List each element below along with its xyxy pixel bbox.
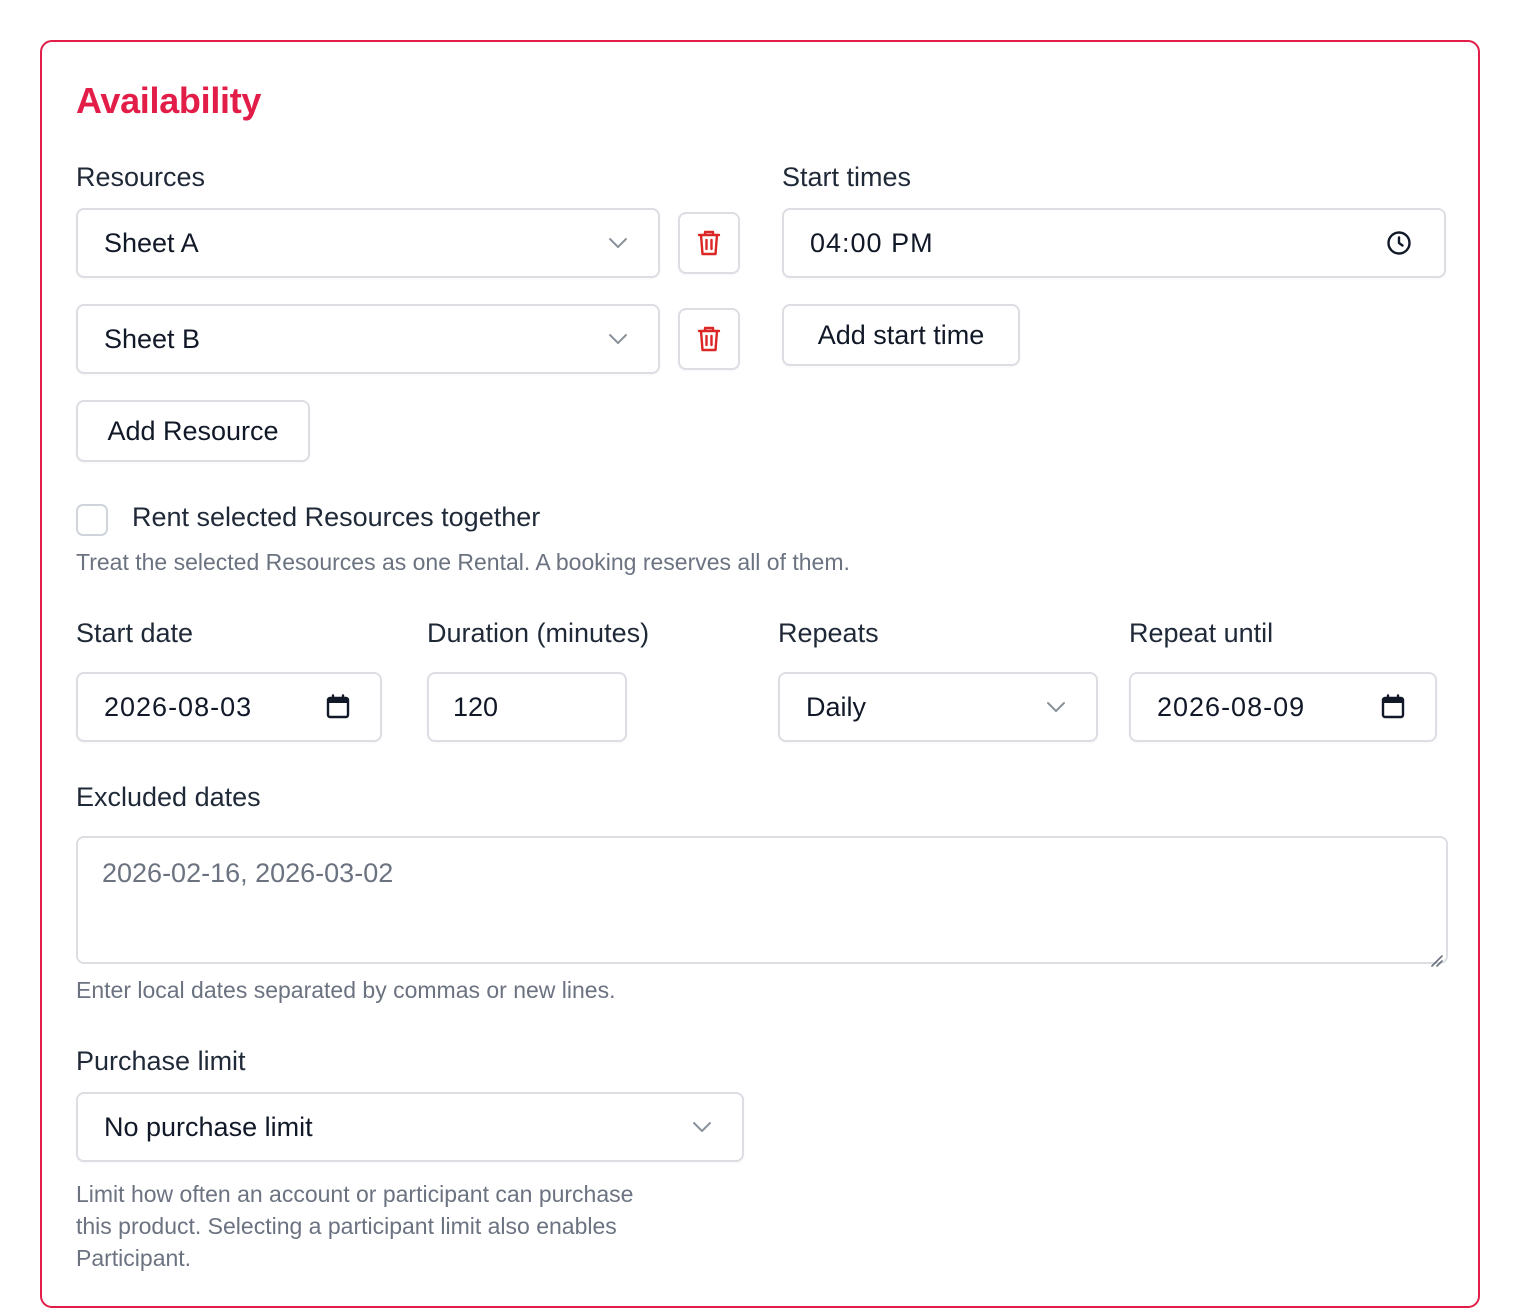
excluded-dates-help: Enter local dates separated by commas or…	[76, 977, 616, 1003]
repeats-select[interactable]: Daily	[778, 672, 1098, 742]
start-date-input[interactable]: 2026-08-03	[76, 672, 382, 742]
add-start-time-button[interactable]: Add start time	[782, 304, 1020, 366]
purchase-limit-help-line: Limit how often an account or participan…	[76, 1181, 634, 1207]
calendar-icon[interactable]	[1381, 694, 1405, 720]
purchase-limit-select[interactable]: No purchase limit	[76, 1092, 744, 1162]
purchase-limit-help-line: Participant.	[76, 1245, 192, 1271]
chevron-down-icon	[606, 231, 630, 255]
delete-resource-1-button[interactable]	[678, 212, 740, 274]
purchase-limit-help-line: this product. Selecting a participant li…	[76, 1213, 617, 1239]
duration-label: Duration (minutes)	[427, 618, 650, 648]
delete-resource-2-button[interactable]	[678, 308, 740, 370]
resources-label: Resources	[76, 162, 206, 192]
purchase-limit-help: Limit how often an account or participan…	[76, 1178, 776, 1274]
start-date-value: 2026-08-03	[104, 691, 253, 722]
rent-together-help: Treat the selected Resources as one Rent…	[76, 549, 850, 575]
resize-handle-icon[interactable]	[1427, 943, 1443, 967]
resource-select-1-value: Sheet A	[104, 227, 199, 258]
start-times-label: Start times	[782, 162, 912, 192]
repeats-label: Repeats	[778, 618, 879, 648]
availability-card: Availability Resources Sheet A Sheet B A…	[40, 40, 1480, 1308]
add-resource-button[interactable]: Add Resource	[76, 400, 310, 462]
chevron-down-icon	[1044, 695, 1068, 719]
duration-input[interactable]: 120	[427, 672, 627, 742]
resource-select-1[interactable]: Sheet A	[76, 208, 660, 278]
section-title: Availability	[76, 80, 262, 121]
chevron-down-icon	[690, 1115, 714, 1139]
chevron-down-icon	[606, 327, 630, 351]
repeats-value: Daily	[806, 691, 867, 722]
rent-together-label[interactable]: Rent selected Resources together	[132, 502, 540, 533]
start-time-input-1-value: 04:00 PM	[810, 227, 934, 258]
repeat-until-label: Repeat until	[1129, 618, 1274, 648]
trash-icon	[696, 325, 722, 353]
trash-icon	[696, 229, 722, 257]
repeat-until-input[interactable]: 2026-08-09	[1129, 672, 1437, 742]
excluded-dates-textarea[interactable]: 2026-02-16, 2026-03-02	[76, 836, 1448, 967]
purchase-limit-label: Purchase limit	[76, 1046, 246, 1076]
resource-select-2-value: Sheet B	[104, 323, 201, 354]
excluded-dates-placeholder: 2026-02-16, 2026-03-02	[102, 858, 394, 888]
rent-together-checkbox[interactable]	[76, 504, 108, 536]
calendar-icon[interactable]	[326, 694, 350, 720]
start-time-input-1[interactable]: 04:00 PM	[782, 208, 1446, 278]
clock-icon[interactable]	[1386, 230, 1412, 256]
purchase-limit-value: No purchase limit	[104, 1111, 313, 1142]
resource-select-2[interactable]: Sheet B	[76, 304, 660, 374]
excluded-dates-label: Excluded dates	[76, 782, 261, 812]
duration-value: 120	[453, 691, 499, 722]
repeat-until-value: 2026-08-09	[1157, 691, 1306, 722]
start-date-label: Start date	[76, 618, 194, 648]
